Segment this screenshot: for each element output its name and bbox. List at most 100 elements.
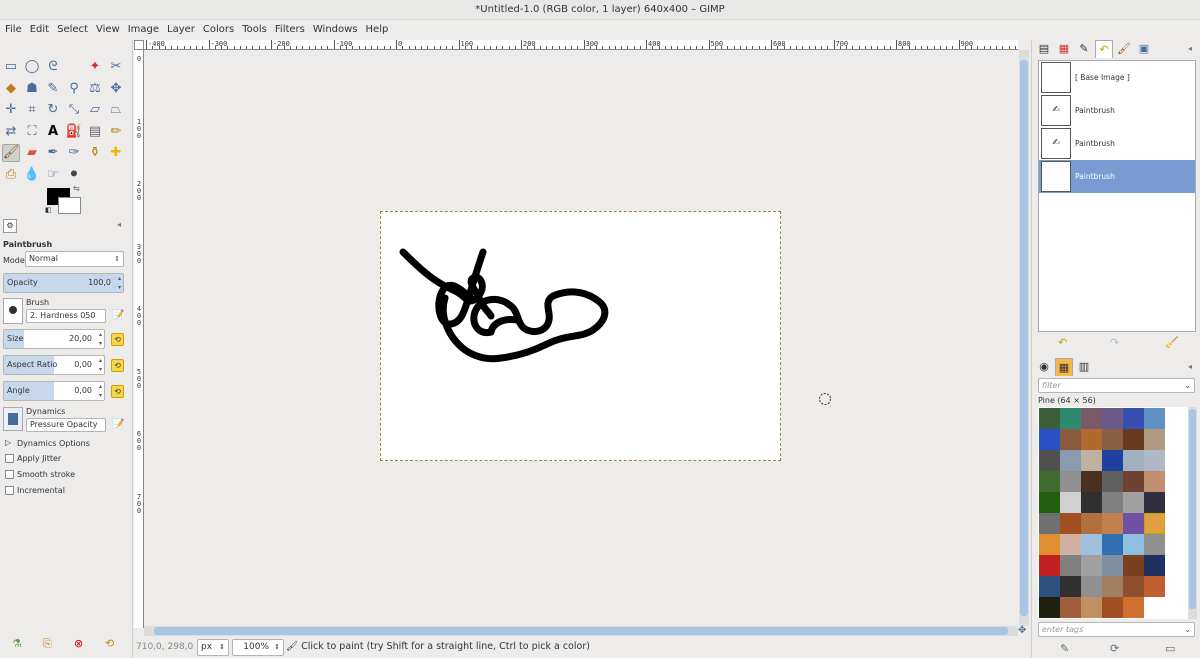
delete-options-icon[interactable]: ⊗ bbox=[74, 637, 83, 650]
edit-dynamics-icon[interactable]: 📝 bbox=[112, 419, 124, 430]
panel-menu-icon[interactable]: ◂ bbox=[1188, 362, 1192, 371]
pattern-swatch[interactable] bbox=[1123, 576, 1144, 597]
eraser-icon[interactable]: ▰ bbox=[23, 144, 41, 162]
pattern-swatch[interactable] bbox=[1039, 450, 1060, 471]
redo-icon[interactable]: ↷ bbox=[1110, 336, 1119, 349]
horizontal-ruler[interactable]: -400 -300 -200 -100 0 100 200 300 400 500 600 700 80… bbox=[144, 40, 1018, 50]
pattern-swatch[interactable] bbox=[1039, 576, 1060, 597]
pattern-swatch[interactable] bbox=[1144, 450, 1165, 471]
pattern-swatch[interactable] bbox=[1039, 408, 1060, 429]
mode-select[interactable]: Normal ⇕ bbox=[25, 251, 124, 267]
paths-icon[interactable]: ✎ bbox=[44, 80, 62, 98]
crop-icon[interactable]: ⌗ bbox=[23, 101, 41, 119]
menu-edit[interactable]: Edit bbox=[26, 20, 53, 39]
airbrush-icon[interactable]: ✒ bbox=[44, 144, 62, 162]
spin-icon[interactable]: ▴ ▾ bbox=[118, 274, 121, 292]
menu-colors[interactable]: Colors bbox=[199, 20, 238, 39]
pattern-swatch[interactable] bbox=[1144, 471, 1165, 492]
dock-menu-icon[interactable]: ◂ bbox=[1188, 44, 1192, 53]
pattern-swatch[interactable] bbox=[1039, 513, 1060, 534]
reset-aspect-icon[interactable]: ⟲ bbox=[111, 359, 124, 372]
vertical-scrollbar[interactable] bbox=[1019, 50, 1029, 626]
pattern-swatch[interactable] bbox=[1060, 450, 1081, 471]
refresh-patterns-icon[interactable]: ⟳ bbox=[1110, 642, 1119, 655]
clone-icon[interactable]: ⚱ bbox=[86, 144, 104, 162]
pattern-swatch[interactable] bbox=[1102, 555, 1123, 576]
pattern-swatch[interactable] bbox=[1081, 555, 1102, 576]
scale-icon[interactable]: ⤡ bbox=[65, 101, 83, 119]
pattern-swatch[interactable] bbox=[1081, 429, 1102, 450]
zoom-select[interactable]: 100% ⇕ bbox=[232, 639, 284, 656]
pattern-swatch[interactable] bbox=[1060, 513, 1081, 534]
pattern-swatch[interactable] bbox=[1102, 534, 1123, 555]
aspect-ratio-slider[interactable]: Aspect Ratio 0,00 ▴ ▾ bbox=[3, 355, 105, 375]
pattern-tags-input[interactable]: enter tags ⌄ bbox=[1038, 622, 1195, 637]
paths-tab-icon[interactable]: ✎ bbox=[1075, 40, 1093, 58]
menu-view[interactable]: View bbox=[92, 20, 124, 39]
layers-tab-icon[interactable]: ▤ bbox=[1035, 40, 1053, 58]
pattern-swatch[interactable] bbox=[1144, 597, 1165, 618]
dodge-burn-icon[interactable]: ⚫ bbox=[65, 166, 83, 184]
brushes-tab-icon[interactable]: 🖌 bbox=[1115, 40, 1133, 58]
pattern-swatch[interactable] bbox=[1102, 492, 1123, 513]
pattern-swatch[interactable] bbox=[1102, 408, 1123, 429]
flip-icon[interactable]: ⇄ bbox=[2, 123, 20, 141]
pattern-swatch[interactable] bbox=[1039, 534, 1060, 555]
pattern-swatch[interactable] bbox=[1144, 513, 1165, 534]
images-tab-icon[interactable]: ▣ bbox=[1135, 40, 1153, 58]
pattern-grid[interactable] bbox=[1038, 407, 1188, 619]
paintbrush-tool-icon[interactable]: 🖌 bbox=[2, 144, 20, 162]
heal-icon[interactable]: ✚ bbox=[107, 144, 125, 162]
pattern-swatch[interactable] bbox=[1081, 408, 1102, 429]
dynamics-options-expander[interactable]: Dynamics Options bbox=[17, 439, 90, 448]
spin-icon[interactable]: ▴ ▾ bbox=[99, 356, 102, 374]
chevron-down-icon[interactable]: ⌄ bbox=[1184, 623, 1191, 636]
pattern-swatch[interactable] bbox=[1102, 597, 1123, 618]
pattern-swatch[interactable] bbox=[1144, 429, 1165, 450]
cage-icon[interactable]: ⛶ bbox=[23, 123, 41, 141]
reset-options-icon[interactable]: ⟲ bbox=[105, 637, 114, 650]
spin-icon[interactable]: ▴ ▾ bbox=[99, 330, 102, 348]
image-canvas[interactable] bbox=[380, 211, 781, 461]
pattern-swatch[interactable] bbox=[1039, 492, 1060, 513]
pattern-scroll-thumb[interactable] bbox=[1189, 409, 1196, 609]
pattern-swatch[interactable] bbox=[1123, 597, 1144, 618]
move-icon[interactable]: ✥ bbox=[107, 80, 125, 98]
measure-icon[interactable]: ⚖ bbox=[86, 80, 104, 98]
blur-icon[interactable]: 💧 bbox=[23, 166, 41, 184]
history-item-base[interactable]: [ Base Image ] bbox=[1039, 61, 1195, 94]
pattern-swatch[interactable] bbox=[1060, 597, 1081, 618]
free-select-icon[interactable]: ᘓ bbox=[44, 58, 62, 76]
history-item[interactable]: ✍ Paintbrush bbox=[1039, 160, 1195, 193]
save-options-icon[interactable]: ⚗ bbox=[12, 637, 22, 650]
pattern-swatch[interactable] bbox=[1060, 576, 1081, 597]
canvas-viewport[interactable] bbox=[144, 50, 1018, 626]
chevron-down-icon[interactable]: ⌄ bbox=[1184, 379, 1191, 392]
bucket-fill-icon[interactable]: ⛽ bbox=[65, 123, 83, 141]
tool-options-tab-icon[interactable]: ⚙ bbox=[3, 219, 17, 233]
pencil-icon[interactable]: ✏ bbox=[107, 123, 125, 141]
pattern-swatch[interactable] bbox=[1060, 408, 1081, 429]
ellipse-select-icon[interactable]: ◯ bbox=[23, 58, 41, 76]
menu-filters[interactable]: Filters bbox=[271, 20, 309, 39]
zoom-icon[interactable]: ⚲ bbox=[65, 80, 83, 98]
pattern-swatch[interactable] bbox=[1060, 555, 1081, 576]
smooth-stroke-checkbox[interactable] bbox=[5, 470, 14, 479]
scissors-icon[interactable]: ✂ bbox=[107, 58, 125, 76]
size-slider[interactable]: Size 20,00 ▴ ▾ bbox=[3, 329, 105, 349]
dynamics-field[interactable]: Pressure Opacity bbox=[26, 418, 106, 432]
history-item[interactable]: ✍ Paintbrush bbox=[1039, 127, 1195, 160]
pattern-swatch[interactable] bbox=[1123, 534, 1144, 555]
apply-jitter-checkbox[interactable] bbox=[5, 454, 14, 463]
dynamics-preview[interactable] bbox=[3, 407, 23, 431]
undo-icon[interactable]: ↶ bbox=[1058, 336, 1067, 349]
pattern-swatch[interactable] bbox=[1144, 408, 1165, 429]
brushes-panel-tab-icon[interactable]: ◉ bbox=[1035, 358, 1053, 376]
patterns-panel-tab-icon[interactable]: ▦ bbox=[1055, 358, 1073, 376]
pattern-swatch[interactable] bbox=[1081, 597, 1102, 618]
gradient-icon[interactable]: ▤ bbox=[86, 123, 104, 141]
pattern-swatch[interactable] bbox=[1123, 513, 1144, 534]
align-icon[interactable]: ✛ bbox=[2, 101, 20, 119]
rect-select-icon[interactable]: ▭ bbox=[2, 58, 20, 76]
pattern-swatch[interactable] bbox=[1060, 471, 1081, 492]
